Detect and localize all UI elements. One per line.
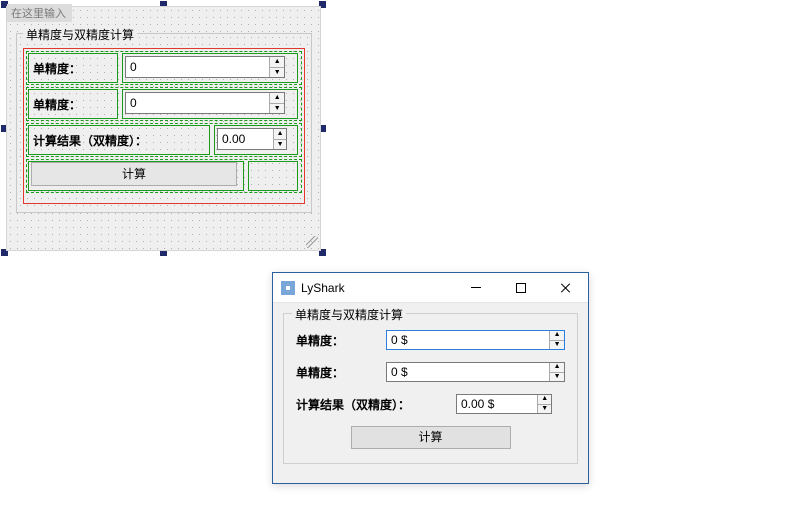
designer-label-single1[interactable]: 单精度：: [33, 60, 81, 77]
qt-designer-canvas: 在这里输入 单精度与双精度计算 单精度： 单精度： 计算结果（双精度）：: [2, 2, 325, 255]
designer-label-single2[interactable]: 单精度：: [33, 96, 81, 113]
designer-spinbox-2[interactable]: ▲ ▼: [125, 92, 285, 114]
minimize-button[interactable]: [453, 273, 498, 302]
spin-buttons: ▲ ▼: [549, 363, 564, 381]
runtime-spinbox-result[interactable]: ▲ ▼: [456, 394, 552, 414]
spin-buttons: ▲ ▼: [537, 395, 551, 413]
spin-down-icon[interactable]: ▼: [538, 405, 551, 414]
runtime-spinbox-1[interactable]: ▲ ▼: [386, 330, 565, 350]
runtime-label-result: 计算结果（双精度）：: [296, 396, 456, 413]
spin-down-icon[interactable]: ▼: [270, 104, 284, 114]
close-icon: [560, 282, 572, 294]
spin-down-icon[interactable]: ▼: [550, 341, 564, 350]
size-grip-icon[interactable]: [306, 236, 318, 248]
designer-spinbox-1[interactable]: ▲ ▼: [125, 56, 285, 78]
spin-up-icon[interactable]: ▲: [538, 395, 551, 405]
row-result: 计算结果（双精度）： ▲ ▼: [296, 394, 565, 414]
designer-form[interactable]: 在这里输入 单精度与双精度计算 单精度： 单精度： 计算结果（双精度）：: [6, 6, 321, 251]
runtime-window: LyShark 单精度与双精度计算 单精度： ▲ ▼ 单精度：: [272, 272, 589, 484]
designer-spinbox-result-input[interactable]: [218, 129, 273, 149]
button-row: 计算: [296, 426, 565, 449]
minimize-icon: [471, 287, 481, 288]
window-body: 单精度与双精度计算 单精度： ▲ ▼ 单精度： ▲ ▼: [273, 303, 588, 474]
row-single1: 单精度： ▲ ▼: [296, 330, 565, 350]
app-icon: [281, 281, 295, 295]
spin-down-icon[interactable]: ▼: [270, 68, 284, 78]
runtime-group-title: 单精度与双精度计算: [292, 306, 406, 323]
spin-buttons: ▲ ▼: [273, 129, 286, 149]
window-title: LyShark: [301, 281, 453, 295]
spin-up-icon[interactable]: ▲: [550, 331, 564, 341]
spin-down-icon[interactable]: ▼: [550, 373, 564, 382]
layout-cell: [248, 161, 298, 191]
runtime-label-single1: 单精度：: [296, 332, 386, 349]
runtime-spinbox-2-input[interactable]: [387, 363, 549, 381]
maximize-icon: [516, 283, 526, 293]
designer-groupbox[interactable]: 单精度与双精度计算 单精度： 单精度： 计算结果（双精度）：: [16, 33, 312, 213]
designer-calc-button[interactable]: 计算: [31, 162, 237, 186]
runtime-calc-button[interactable]: 计算: [351, 426, 511, 449]
spin-buttons: ▲ ▼: [549, 331, 564, 349]
row-single2: 单精度： ▲ ▼: [296, 362, 565, 382]
runtime-spinbox-1-input[interactable]: [387, 331, 549, 349]
designer-spinbox-result[interactable]: ▲ ▼: [217, 128, 287, 150]
spin-up-icon[interactable]: ▲: [270, 57, 284, 68]
runtime-spinbox-2[interactable]: ▲ ▼: [386, 362, 565, 382]
spin-up-icon[interactable]: ▲: [550, 363, 564, 373]
window-controls: [453, 273, 588, 302]
maximize-button[interactable]: [498, 273, 543, 302]
titlebar[interactable]: LyShark: [273, 273, 588, 303]
spin-buttons: ▲ ▼: [269, 57, 284, 77]
designer-label-result[interactable]: 计算结果（双精度）：: [33, 132, 147, 149]
spin-buttons: ▲ ▼: [269, 93, 284, 113]
runtime-groupbox: 单精度与双精度计算 单精度： ▲ ▼ 单精度： ▲ ▼: [283, 313, 578, 464]
designer-title-placeholder[interactable]: 在这里输入: [7, 4, 72, 22]
designer-spinbox-1-input[interactable]: [126, 57, 269, 77]
spin-up-icon[interactable]: ▲: [270, 93, 284, 104]
close-button[interactable]: [543, 273, 588, 302]
designer-spinbox-2-input[interactable]: [126, 93, 269, 113]
designer-group-title: 单精度与双精度计算: [23, 26, 137, 43]
runtime-spinbox-result-input[interactable]: [457, 395, 537, 413]
spin-down-icon[interactable]: ▼: [274, 140, 286, 150]
spin-up-icon[interactable]: ▲: [274, 129, 286, 140]
runtime-label-single2: 单精度：: [296, 364, 386, 381]
